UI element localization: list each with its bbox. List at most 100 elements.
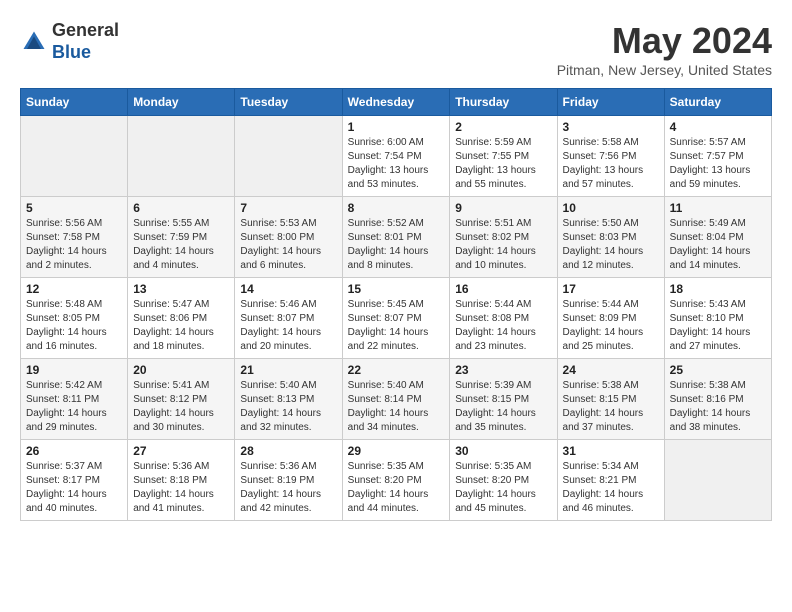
- calendar-day-18: 18 Sunrise: 5:43 AM Sunset: 8:10 PM Dayli…: [664, 278, 771, 359]
- day-info: Sunrise: 5:43 AM Sunset: 8:10 PM Dayligh…: [670, 298, 766, 354]
- day-info: Sunrise: 5:56 AM Sunset: 7:58 PM Dayligh…: [26, 217, 122, 273]
- day-number: 23: [455, 363, 551, 377]
- day-number: 17: [563, 282, 659, 296]
- calendar-week-row: 26 Sunrise: 5:37 AM Sunset: 8:17 PM Dayli…: [21, 440, 772, 521]
- logo: General Blue: [20, 20, 119, 63]
- weekday-header-monday: Monday: [128, 89, 235, 116]
- calendar-day-12: 12 Sunrise: 5:48 AM Sunset: 8:05 PM Dayli…: [21, 278, 128, 359]
- day-number: 25: [670, 363, 766, 377]
- calendar-week-row: 19 Sunrise: 5:42 AM Sunset: 8:11 PM Dayli…: [21, 359, 772, 440]
- calendar-day-15: 15Sunrise: 5:45 AM Sunset: 8:07 PM Dayli…: [342, 278, 450, 359]
- weekday-header-sunday: Sunday: [21, 89, 128, 116]
- calendar-day-24: 24Sunrise: 5:38 AM Sunset: 8:15 PM Dayli…: [557, 359, 664, 440]
- calendar-week-row: 5Sunrise: 5:56 AM Sunset: 7:58 PM Daylig…: [21, 197, 772, 278]
- calendar-day-22: 22Sunrise: 5:40 AM Sunset: 8:14 PM Dayli…: [342, 359, 450, 440]
- day-number: 27: [133, 444, 229, 458]
- day-info: Sunrise: 5:36 AM Sunset: 8:19 PM Dayligh…: [240, 460, 336, 516]
- day-info: Sunrise: 5:36 AM Sunset: 8:18 PM Dayligh…: [133, 460, 229, 516]
- day-info: Sunrise: 5:40 AM Sunset: 8:13 PM Dayligh…: [240, 379, 336, 435]
- day-number: 10: [563, 201, 659, 215]
- day-info: Sunrise: 5:41 AM Sunset: 8:12 PM Dayligh…: [133, 379, 229, 435]
- calendar-day-19: 19 Sunrise: 5:42 AM Sunset: 8:11 PM Dayli…: [21, 359, 128, 440]
- day-number: 30: [455, 444, 551, 458]
- day-number: 12: [26, 282, 122, 296]
- day-info: Sunrise: 5:57 AM Sunset: 7:57 PM Dayligh…: [670, 136, 766, 192]
- day-number: 16: [455, 282, 551, 296]
- calendar-day-3: 3Sunrise: 5:58 AM Sunset: 7:56 PM Daylig…: [557, 116, 664, 197]
- day-number: 7: [240, 201, 336, 215]
- calendar-day-11: 11 Sunrise: 5:49 AM Sunset: 8:04 PM Dayli…: [664, 197, 771, 278]
- calendar-empty-cell: [235, 116, 342, 197]
- calendar-week-row: 1 Sunrise: 6:00 AM Sunset: 7:54 PM Daylig…: [21, 116, 772, 197]
- calendar-day-13: 13 Sunrise: 5:47 AM Sunset: 8:06 PM Dayli…: [128, 278, 235, 359]
- weekday-header-saturday: Saturday: [664, 89, 771, 116]
- day-number: 22: [348, 363, 445, 377]
- calendar-day-31: 31 Sunrise: 5:34 AM Sunset: 8:21 PM Dayli…: [557, 440, 664, 521]
- day-info: Sunrise: 5:52 AM Sunset: 8:01 PM Dayligh…: [348, 217, 445, 273]
- day-number: 20: [133, 363, 229, 377]
- day-info: Sunrise: 5:44 AM Sunset: 8:09 PM Dayligh…: [563, 298, 659, 354]
- title-block: May 2024 Pitman, New Jersey, United Stat…: [557, 20, 772, 78]
- day-number: 13: [133, 282, 229, 296]
- month-title: May 2024: [557, 20, 772, 62]
- calendar-day-16: 16 Sunrise: 5:44 AM Sunset: 8:08 PM Dayli…: [450, 278, 557, 359]
- day-number: 8: [348, 201, 445, 215]
- day-info: Sunrise: 5:37 AM Sunset: 8:17 PM Dayligh…: [26, 460, 122, 516]
- day-info: Sunrise: 5:39 AM Sunset: 8:15 PM Dayligh…: [455, 379, 551, 435]
- day-info: Sunrise: 5:47 AM Sunset: 8:06 PM Dayligh…: [133, 298, 229, 354]
- calendar-day-17: 17 Sunrise: 5:44 AM Sunset: 8:09 PM Dayli…: [557, 278, 664, 359]
- logo-text: General Blue: [52, 20, 119, 63]
- day-number: 11: [670, 201, 766, 215]
- day-info: Sunrise: 5:51 AM Sunset: 8:02 PM Dayligh…: [455, 217, 551, 273]
- calendar-day-1: 1 Sunrise: 6:00 AM Sunset: 7:54 PM Daylig…: [342, 116, 450, 197]
- day-number: 9: [455, 201, 551, 215]
- calendar-day-5: 5Sunrise: 5:56 AM Sunset: 7:58 PM Daylig…: [21, 197, 128, 278]
- calendar-day-6: 6Sunrise: 5:55 AM Sunset: 7:59 PM Daylig…: [128, 197, 235, 278]
- day-info: Sunrise: 5:53 AM Sunset: 8:00 PM Dayligh…: [240, 217, 336, 273]
- day-info: Sunrise: 5:55 AM Sunset: 7:59 PM Dayligh…: [133, 217, 229, 273]
- calendar-day-7: 7 Sunrise: 5:53 AM Sunset: 8:00 PM Daylig…: [235, 197, 342, 278]
- location: Pitman, New Jersey, United States: [557, 62, 772, 78]
- calendar-empty-cell: [21, 116, 128, 197]
- day-number: 26: [26, 444, 122, 458]
- day-info: Sunrise: 6:00 AM Sunset: 7:54 PM Dayligh…: [348, 136, 445, 192]
- day-info: Sunrise: 5:35 AM Sunset: 8:20 PM Dayligh…: [348, 460, 445, 516]
- weekday-header-tuesday: Tuesday: [235, 89, 342, 116]
- day-info: Sunrise: 5:50 AM Sunset: 8:03 PM Dayligh…: [563, 217, 659, 273]
- day-info: Sunrise: 5:49 AM Sunset: 8:04 PM Dayligh…: [670, 217, 766, 273]
- weekday-header-wednesday: Wednesday: [342, 89, 450, 116]
- calendar-day-14: 14 Sunrise: 5:46 AM Sunset: 8:07 PM Dayli…: [235, 278, 342, 359]
- day-number: 2: [455, 120, 551, 134]
- day-info: Sunrise: 5:34 AM Sunset: 8:21 PM Dayligh…: [563, 460, 659, 516]
- day-info: Sunrise: 5:48 AM Sunset: 8:05 PM Dayligh…: [26, 298, 122, 354]
- day-info: Sunrise: 5:38 AM Sunset: 8:15 PM Dayligh…: [563, 379, 659, 435]
- day-number: 14: [240, 282, 336, 296]
- calendar-day-26: 26 Sunrise: 5:37 AM Sunset: 8:17 PM Dayli…: [21, 440, 128, 521]
- calendar-day-21: 21 Sunrise: 5:40 AM Sunset: 8:13 PM Dayli…: [235, 359, 342, 440]
- day-info: Sunrise: 5:46 AM Sunset: 8:07 PM Dayligh…: [240, 298, 336, 354]
- calendar-day-2: 2 Sunrise: 5:59 AM Sunset: 7:55 PM Daylig…: [450, 116, 557, 197]
- calendar-week-row: 12 Sunrise: 5:48 AM Sunset: 8:05 PM Dayli…: [21, 278, 772, 359]
- day-number: 18: [670, 282, 766, 296]
- calendar-day-20: 20 Sunrise: 5:41 AM Sunset: 8:12 PM Dayli…: [128, 359, 235, 440]
- calendar-empty-cell: [128, 116, 235, 197]
- day-info: Sunrise: 5:58 AM Sunset: 7:56 PM Dayligh…: [563, 136, 659, 192]
- day-info: Sunrise: 5:42 AM Sunset: 8:11 PM Dayligh…: [26, 379, 122, 435]
- day-number: 29: [348, 444, 445, 458]
- day-info: Sunrise: 5:59 AM Sunset: 7:55 PM Dayligh…: [455, 136, 551, 192]
- page-header: General Blue May 2024 Pitman, New Jersey…: [20, 20, 772, 78]
- day-number: 19: [26, 363, 122, 377]
- day-number: 31: [563, 444, 659, 458]
- calendar-day-23: 23 Sunrise: 5:39 AM Sunset: 8:15 PM Dayli…: [450, 359, 557, 440]
- day-number: 15: [348, 282, 445, 296]
- day-number: 21: [240, 363, 336, 377]
- weekday-header-thursday: Thursday: [450, 89, 557, 116]
- calendar-day-8: 8 Sunrise: 5:52 AM Sunset: 8:01 PM Daylig…: [342, 197, 450, 278]
- calendar-day-25: 25Sunrise: 5:38 AM Sunset: 8:16 PM Dayli…: [664, 359, 771, 440]
- day-number: 1: [348, 120, 445, 134]
- calendar-day-10: 10 Sunrise: 5:50 AM Sunset: 8:03 PM Dayli…: [557, 197, 664, 278]
- day-info: Sunrise: 5:35 AM Sunset: 8:20 PM Dayligh…: [455, 460, 551, 516]
- calendar-day-4: 4Sunrise: 5:57 AM Sunset: 7:57 PM Daylig…: [664, 116, 771, 197]
- day-info: Sunrise: 5:44 AM Sunset: 8:08 PM Dayligh…: [455, 298, 551, 354]
- calendar-day-28: 28Sunrise: 5:36 AM Sunset: 8:19 PM Dayli…: [235, 440, 342, 521]
